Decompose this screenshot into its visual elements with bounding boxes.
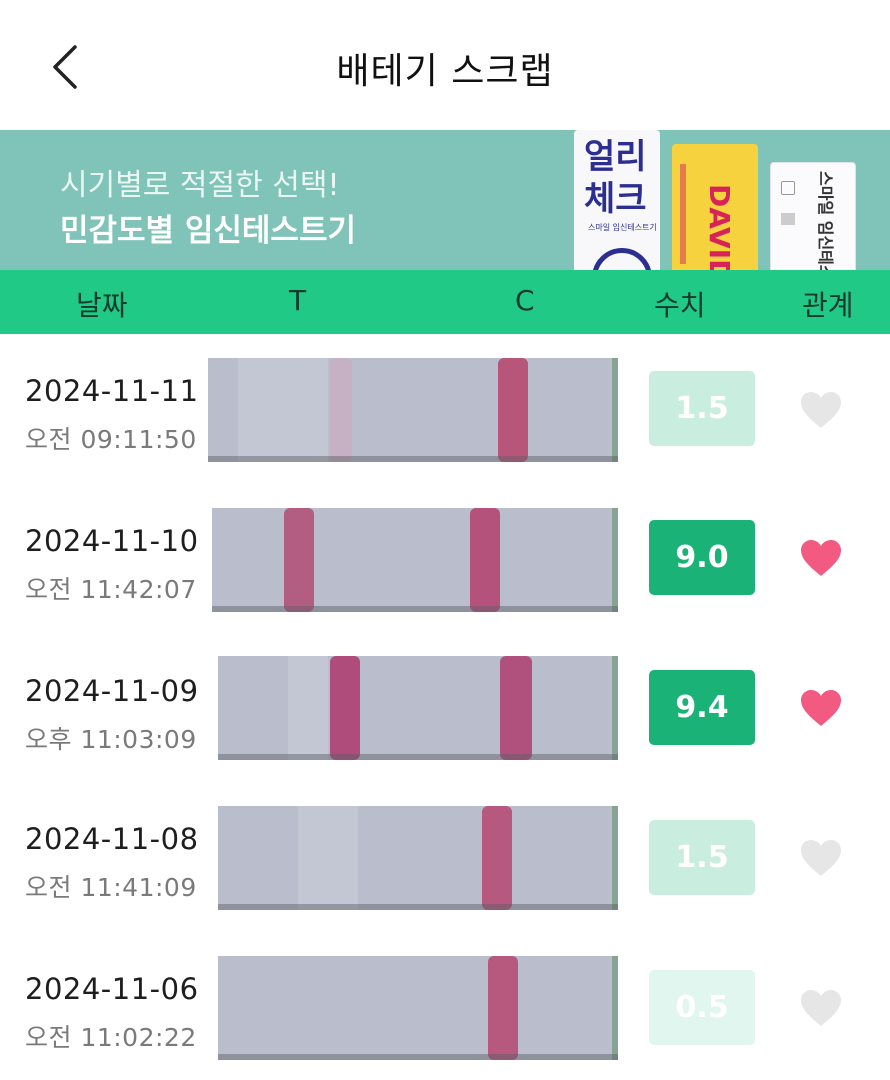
row-date: 2024-11-10 [25, 524, 199, 558]
heart-icon[interactable] [799, 838, 843, 878]
row-date: 2024-11-08 [25, 822, 199, 856]
product-label: DAVID -SUPE [703, 184, 736, 270]
heart-icon[interactable] [799, 538, 843, 578]
column-date: 날짜 [76, 289, 128, 322]
row-date: 2024-11-09 [25, 674, 199, 708]
value-badge[interactable]: 9.0 [649, 520, 755, 595]
product-label: 얼리 체크 [584, 137, 647, 219]
column-c: C [515, 284, 535, 317]
value-badge[interactable]: 9.4 [649, 670, 755, 745]
row-time: 오전 11:42:07 [25, 575, 197, 604]
product-logo-circle [592, 248, 652, 270]
row-date: 2024-11-06 [25, 972, 199, 1006]
product-graphic [781, 213, 795, 225]
column-t: T [289, 284, 307, 317]
product-stripe [680, 164, 686, 264]
column-header-bar: 날짜 T C 수치 관계 [0, 270, 890, 334]
row-date: 2024-11-11 [25, 374, 199, 408]
product-small-label: 스마일 임신테스트기 [588, 223, 657, 232]
list-item[interactable]: 2024-11-08 오전 11:41:09 1.5 [0, 784, 890, 934]
test-strip-image [218, 656, 618, 760]
product-checkbox-graphic [781, 181, 795, 195]
row-time: 오전 09:11:50 [25, 425, 197, 454]
test-strip-image [212, 508, 618, 612]
product-label: 스마일 임신테스트기 [816, 171, 835, 270]
promo-banner[interactable]: 시기별로 적절한 선택! 민감도별 임신테스트기 얼리 체크 스마일 임신테스트… [0, 130, 890, 270]
app-header: 배테기 스크랩 [0, 0, 890, 130]
row-time: 오전 11:41:09 [25, 873, 197, 902]
value-badge[interactable]: 1.5 [649, 820, 755, 895]
value-badge[interactable]: 1.5 [649, 371, 755, 446]
row-time: 오전 11:02:22 [25, 1023, 197, 1052]
list-item[interactable]: 2024-11-09 오후 11:03:09 9.4 [0, 634, 890, 784]
product-box-smile: 스마일 임신테스트기 [770, 162, 856, 270]
column-value: 수치 [654, 289, 706, 322]
list-item[interactable]: 2024-11-11 오전 09:11:50 1.5 [0, 334, 890, 484]
product-box-early-check: 얼리 체크 스마일 임신테스트기 [574, 130, 660, 270]
test-strip-image [208, 358, 618, 462]
heart-icon[interactable] [799, 688, 843, 728]
list-item[interactable]: 2024-11-06 오전 11:02:22 0.5 [0, 934, 890, 1080]
heart-icon[interactable] [799, 390, 843, 430]
test-strip-image [218, 956, 618, 1060]
product-box-david: DAVID -SUPE [672, 144, 758, 270]
value-badge[interactable]: 0.5 [649, 970, 755, 1045]
banner-subtitle: 시기별로 적절한 선택! [60, 168, 340, 203]
banner-title: 민감도별 임신테스트기 [60, 213, 356, 249]
heart-icon[interactable] [799, 988, 843, 1028]
column-relation: 관계 [802, 289, 854, 322]
row-time: 오후 11:03:09 [25, 725, 197, 754]
list-item[interactable]: 2024-11-10 오전 11:42:07 9.0 [0, 484, 890, 634]
page-title: 배테기 스크랩 [336, 51, 554, 92]
test-strip-image [218, 806, 618, 910]
